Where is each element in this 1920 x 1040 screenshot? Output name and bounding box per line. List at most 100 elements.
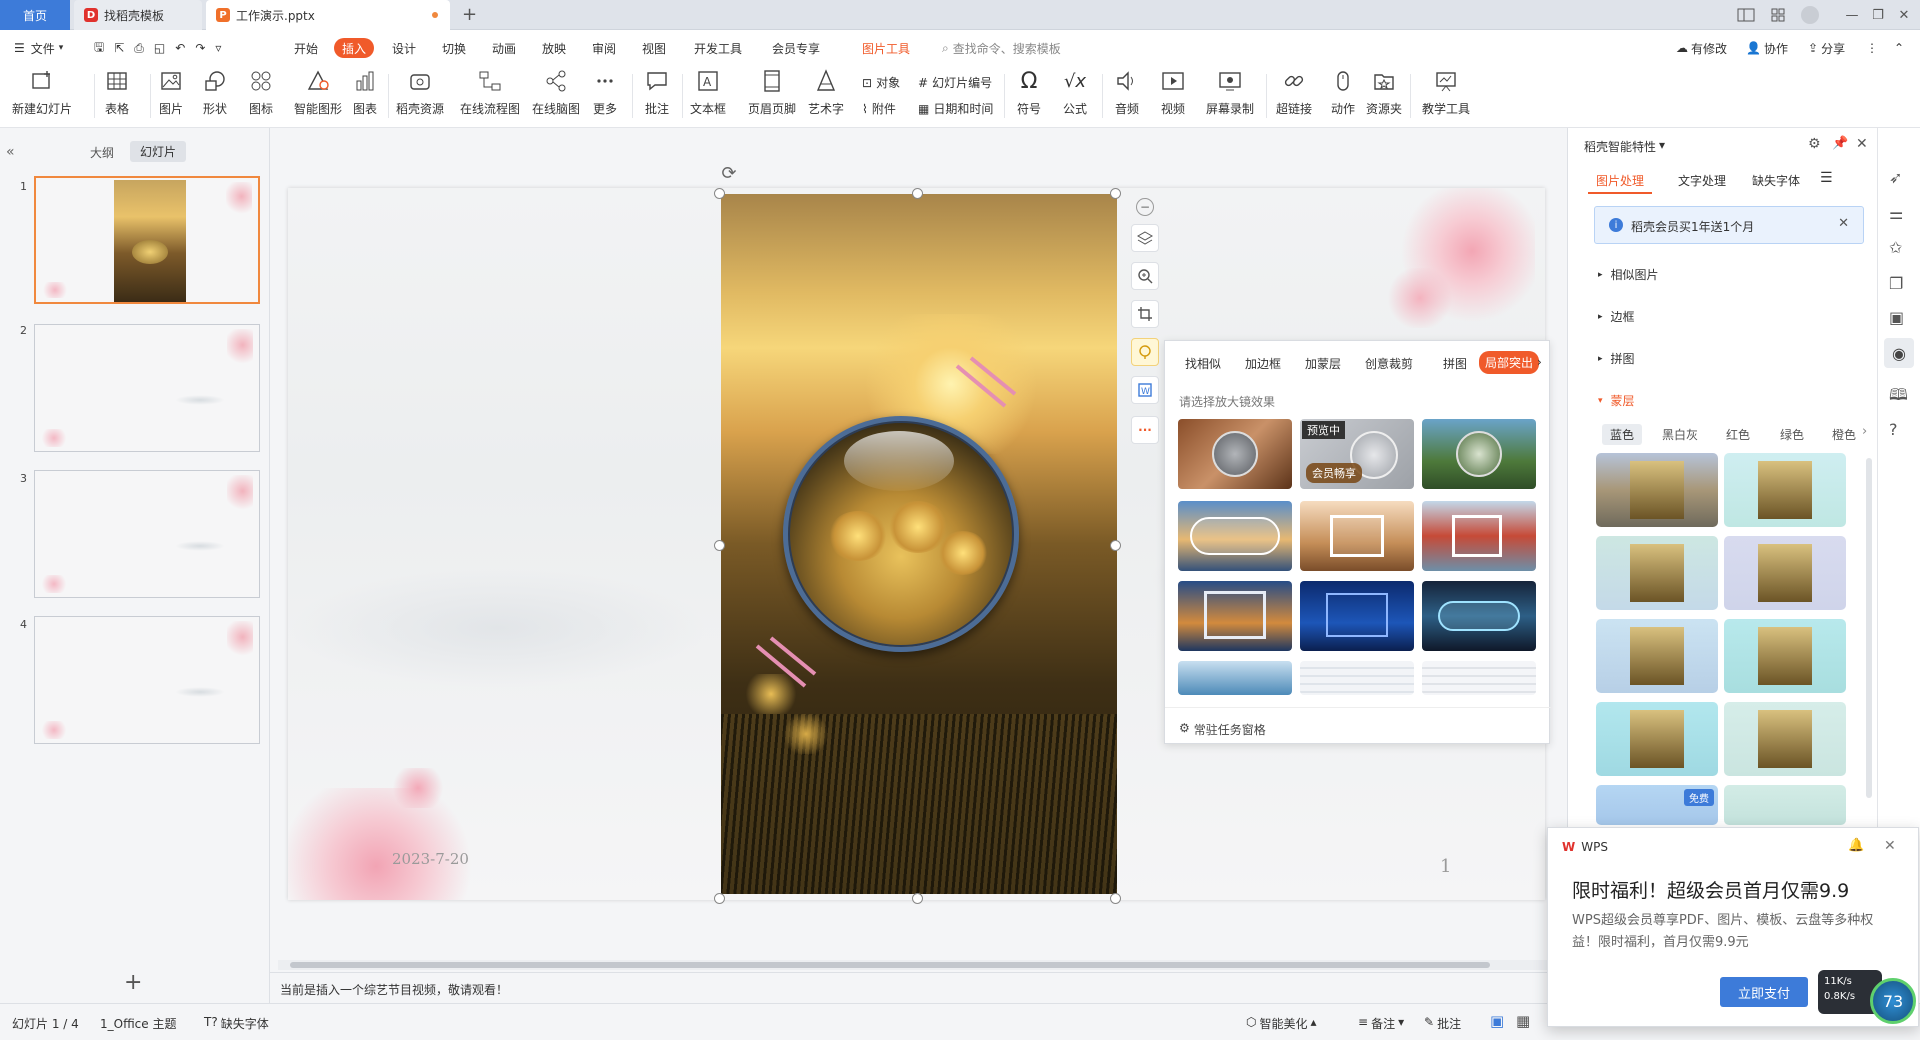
new-tab-button[interactable]: + (462, 4, 477, 25)
export-icon[interactable]: ⇱ (114, 41, 124, 55)
menu-view[interactable]: 视图 (642, 38, 666, 58)
menu-start[interactable]: 开始 (294, 38, 318, 58)
effect-thumbnail[interactable] (1300, 501, 1414, 571)
menu-icon[interactable]: ☰ (1820, 170, 1833, 186)
preview-icon[interactable]: ◱ (154, 41, 165, 55)
notes-button[interactable]: ≡ 备注 ▾ (1358, 1015, 1404, 1032)
selected-photo[interactable] (721, 194, 1117, 894)
bell-icon[interactable]: 🔔 (1848, 838, 1864, 853)
resize-handle[interactable] (1110, 540, 1121, 551)
close-banner-icon[interactable]: ✕ (1838, 216, 1849, 231)
resize-handle[interactable] (1110, 893, 1121, 904)
resource-button[interactable]: 稻壳资源 (396, 68, 444, 117)
audio-button[interactable]: 音频 (1114, 68, 1140, 117)
slide-date[interactable]: 2023-7-20 (392, 850, 469, 868)
rocket-icon[interactable]: ➶ (1889, 168, 1902, 187)
share-button[interactable]: ⇪ 分享 (1808, 38, 1845, 58)
slide-thumbnail-4[interactable] (34, 616, 260, 744)
rtab-image[interactable]: 图片处理 (1596, 172, 1644, 189)
object-button[interactable]: ⊡ 对象 (862, 74, 900, 91)
mask-swatch[interactable] (1724, 702, 1846, 776)
effect-thumbnail[interactable] (1300, 581, 1414, 651)
color-tab-gray[interactable]: 黑白灰 (1662, 426, 1698, 443)
mask-swatch[interactable] (1596, 619, 1718, 693)
resize-handle[interactable] (912, 893, 923, 904)
picture-button[interactable]: 图片 (158, 68, 184, 117)
effect-thumbnail[interactable] (1178, 419, 1292, 489)
chart-button[interactable]: 图表 (352, 68, 378, 117)
modified-button[interactable]: ☁ 有修改 (1676, 38, 1727, 58)
flowchart-button[interactable]: 在线流程图 (460, 68, 520, 117)
new-slide-button[interactable]: 新建幻灯片 (12, 68, 72, 117)
resize-handle[interactable] (714, 188, 725, 199)
normal-view-icon[interactable]: ▣ (1490, 1012, 1504, 1030)
book-icon[interactable]: 🕮 (1889, 384, 1908, 411)
menu-insert[interactable]: 插入 (334, 38, 375, 58)
section-similar[interactable]: ▸ 相似图片 (1598, 266, 1659, 283)
panel-title[interactable]: 稻壳智能特性 ▾ (1584, 138, 1665, 155)
mindmap-button[interactable]: 在线脑图 (532, 68, 580, 117)
image-tool-icon[interactable]: ▣ (1889, 308, 1904, 327)
icons-button[interactable]: 图标 (248, 68, 274, 117)
popup-tab-mask[interactable]: 加蒙层 (1305, 355, 1341, 372)
magic-tool-icon[interactable] (1131, 338, 1159, 366)
scrollbar-thumb[interactable] (290, 962, 1490, 968)
settings-icon[interactable]: ⚙ (1808, 136, 1821, 152)
mask-swatch[interactable] (1596, 702, 1718, 776)
hyperlink-button[interactable]: 超链接 (1276, 68, 1312, 117)
chevron-right-icon[interactable]: › (1862, 424, 1867, 439)
date-time-button[interactable]: ▦ 日期和时间 (918, 100, 993, 117)
formula-button[interactable]: √x 公式 (1062, 68, 1088, 117)
comments-button[interactable]: ✎ 批注 (1424, 1015, 1461, 1032)
menu-member[interactable]: 会员专享 (772, 38, 820, 58)
avatar[interactable] (1800, 6, 1820, 24)
resize-handle[interactable] (714, 893, 725, 904)
color-tab-orange[interactable]: 橙色 (1832, 426, 1856, 443)
mask-swatch[interactable] (1724, 619, 1846, 693)
save-icon[interactable]: 🖫 (94, 38, 104, 59)
add-slide-button[interactable]: + (124, 970, 142, 995)
horizontal-scrollbar[interactable] (278, 960, 1558, 970)
shape-button[interactable]: 形状 (202, 68, 228, 117)
color-tab-green[interactable]: 绿色 (1780, 426, 1804, 443)
pin-icon[interactable]: 📌 (1832, 136, 1848, 151)
file-menu[interactable]: ☰ 文件 ▾ (14, 38, 63, 58)
resize-handle[interactable] (714, 540, 725, 551)
screen-record-button[interactable]: 屏幕录制 (1206, 68, 1254, 117)
customize-icon[interactable]: ▿ (215, 41, 221, 55)
undo-icon[interactable]: ↶ (175, 41, 185, 55)
rotate-handle-icon[interactable]: ⟳ (715, 162, 743, 184)
textbox-button[interactable]: A 文本框 (690, 68, 726, 117)
print-icon[interactable]: ⎙ (134, 41, 144, 56)
popup-tab-crop[interactable]: 创意裁剪 (1365, 355, 1413, 372)
section-collage[interactable]: ▸ 拼图 (1598, 350, 1635, 367)
pin-star-icon[interactable]: ✩ (1889, 238, 1902, 257)
symbol-button[interactable]: Ω 符号 (1016, 68, 1042, 117)
collapse-panel-icon[interactable]: « (6, 144, 15, 160)
command-search[interactable]: ⌕ 查找命令、搜索模板 (942, 38, 1061, 58)
rtab-fonts[interactable]: 缺失字体 (1752, 172, 1800, 189)
popup-tab-similar[interactable]: 找相似 (1185, 355, 1221, 372)
wordart-button[interactable]: 艺术字 (808, 68, 844, 117)
performance-badge[interactable]: 73 (1870, 978, 1916, 1024)
menu-transition[interactable]: 切换 (442, 38, 466, 58)
close-window-icon[interactable]: ✕ (1894, 6, 1914, 24)
menu-slideshow[interactable]: 放映 (542, 38, 566, 58)
notes-text[interactable]: 当前是插入一个综艺节目视频，敬请观看！ (280, 981, 508, 998)
tab-slides[interactable]: 幻灯片 (130, 141, 187, 162)
effect-thumbnail[interactable] (1178, 501, 1292, 571)
zoom-in-icon[interactable] (1131, 262, 1159, 290)
resource-folder-button[interactable]: 资源夹 (1366, 68, 1402, 117)
popup-tab-collage[interactable]: 拼图 (1443, 355, 1467, 372)
section-border[interactable]: ▸ 边框 (1598, 308, 1635, 325)
crop-icon[interactable] (1131, 300, 1159, 328)
smartart-button[interactable]: 智能图形 (294, 68, 342, 117)
effect-thumbnail[interactable] (1422, 661, 1536, 695)
layout-icon[interactable] (1736, 6, 1756, 24)
menu-picture-tools[interactable]: 图片工具 (862, 38, 910, 58)
maximize-icon[interactable]: ❐ (1868, 6, 1888, 24)
pin-task-pane[interactable]: ⚙ 常驻任务窗格 (1179, 721, 1266, 738)
mask-swatch[interactable] (1724, 536, 1846, 610)
resize-handle[interactable] (912, 188, 923, 199)
more-button[interactable]: 更多 (592, 68, 618, 117)
